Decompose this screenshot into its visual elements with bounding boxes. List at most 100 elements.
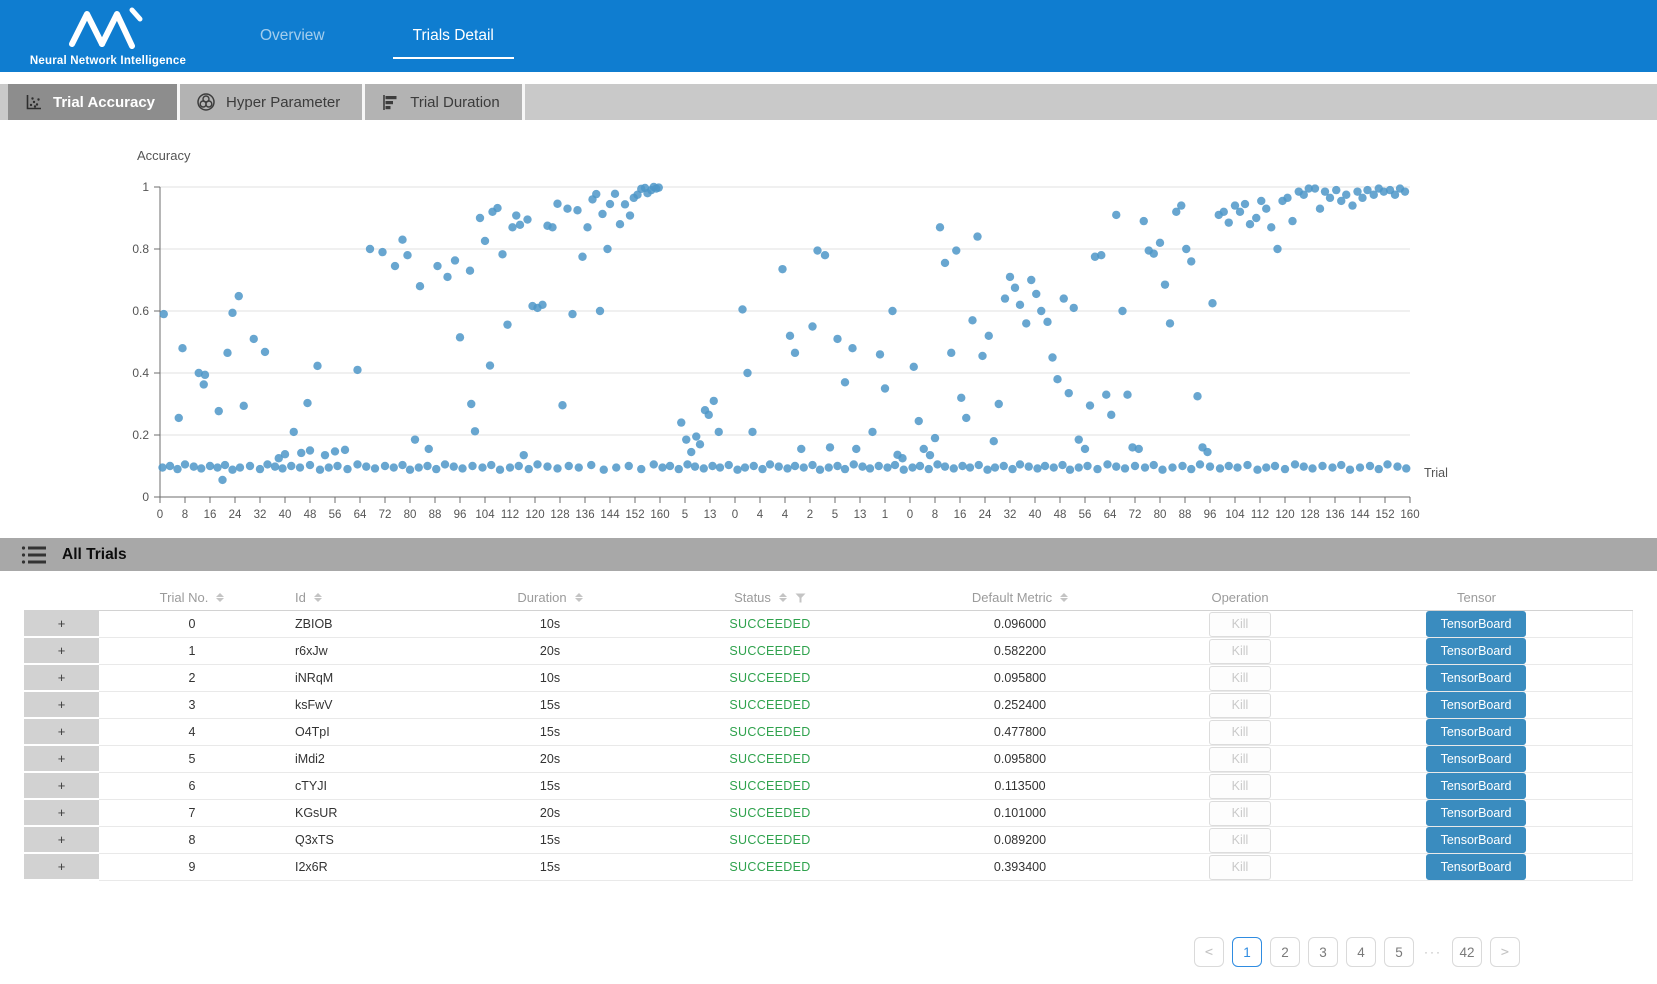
scatter-point[interactable]: [655, 183, 663, 191]
tab-trial-accuracy[interactable]: Trial Accuracy: [8, 84, 180, 120]
scatter-point[interactable]: [1326, 194, 1334, 202]
scatter-point[interactable]: [991, 463, 999, 471]
scatter-point[interactable]: [290, 428, 298, 436]
tab-trials-detail[interactable]: Trials Detail: [399, 19, 508, 53]
scatter-point[interactable]: [710, 397, 718, 405]
next-page-button[interactable]: >: [1490, 937, 1520, 967]
scatter-point[interactable]: [1025, 462, 1033, 470]
scatter-point[interactable]: [786, 332, 794, 340]
scatter-point[interactable]: [1348, 201, 1356, 209]
row-expander[interactable]: +: [24, 665, 99, 692]
scatter-point[interactable]: [1168, 463, 1176, 471]
scatter-point[interactable]: [575, 463, 583, 471]
scatter-point[interactable]: [866, 464, 874, 472]
scatter-point[interactable]: [816, 466, 824, 474]
scatter-point[interactable]: [297, 449, 305, 457]
scatter-point[interactable]: [1358, 194, 1366, 202]
scatter-point[interactable]: [658, 463, 666, 471]
scatter-point[interactable]: [1283, 194, 1291, 202]
scatter-point[interactable]: [962, 414, 970, 422]
scatter-point[interactable]: [411, 435, 419, 443]
scatter-point[interactable]: [852, 445, 860, 453]
scatter-point[interactable]: [888, 307, 896, 315]
scatter-point[interactable]: [1182, 245, 1190, 253]
scatter-point[interactable]: [223, 349, 231, 357]
scatter-point[interactable]: [1393, 462, 1401, 470]
tensorboard-button[interactable]: TensorBoard: [1426, 692, 1526, 718]
scatter-point[interactable]: [467, 400, 475, 408]
scatter-point[interactable]: [778, 265, 786, 273]
tensorboard-button[interactable]: TensorBoard: [1426, 773, 1526, 799]
scatter-point[interactable]: [990, 437, 998, 445]
scatter-point[interactable]: [1233, 463, 1241, 471]
scatter-point[interactable]: [957, 394, 965, 402]
scatter-point[interactable]: [1346, 466, 1354, 474]
kill-button[interactable]: Kill: [1209, 855, 1271, 880]
scatter-point[interactable]: [1383, 460, 1391, 468]
scatter-point[interactable]: [1316, 205, 1324, 213]
scatter-point[interactable]: [1193, 392, 1201, 400]
scatter-point[interactable]: [512, 211, 520, 219]
scatter-point[interactable]: [1123, 391, 1131, 399]
scatter-point[interactable]: [1001, 294, 1009, 302]
scatter-point[interactable]: [458, 464, 466, 472]
scatter-point[interactable]: [1252, 214, 1260, 222]
scatter-point[interactable]: [791, 462, 799, 470]
scatter-point[interactable]: [1032, 290, 1040, 298]
scatter-point[interactable]: [1206, 462, 1214, 470]
scatter-point[interactable]: [826, 443, 834, 451]
scatter-point[interactable]: [313, 362, 321, 370]
scatter-point[interactable]: [415, 463, 423, 471]
scatter-point[interactable]: [1107, 411, 1115, 419]
scatter-point[interactable]: [691, 462, 699, 470]
scatter-point[interactable]: [1366, 462, 1374, 470]
scatter-point[interactable]: [362, 462, 370, 470]
scatter-point[interactable]: [343, 465, 351, 473]
sort-icon[interactable]: [216, 593, 224, 602]
scatter-point[interactable]: [441, 460, 449, 468]
scatter-point[interactable]: [1262, 205, 1270, 213]
scatter-point[interactable]: [766, 460, 774, 468]
scatter-point[interactable]: [611, 190, 619, 198]
scatter-point[interactable]: [553, 200, 561, 208]
scatter-point[interactable]: [548, 223, 556, 231]
scatter-point[interactable]: [1033, 464, 1041, 472]
scatter-point[interactable]: [791, 349, 799, 357]
scatter-point[interactable]: [1318, 462, 1326, 470]
scatter-point[interactable]: [236, 463, 244, 471]
page-button-1[interactable]: 1: [1232, 937, 1262, 967]
scatter-point[interactable]: [625, 462, 633, 470]
scatter-point[interactable]: [1356, 463, 1364, 471]
scatter-point[interactable]: [1311, 184, 1319, 192]
scatter-point[interactable]: [1187, 257, 1195, 265]
scatter-point[interactable]: [515, 462, 523, 470]
scatter-point[interactable]: [1102, 391, 1110, 399]
scatter-point[interactable]: [716, 463, 724, 471]
scatter-point[interactable]: [1081, 445, 1089, 453]
scatter-point[interactable]: [1008, 465, 1016, 473]
kill-button[interactable]: Kill: [1209, 693, 1271, 718]
scatter-point[interactable]: [503, 320, 511, 328]
scatter-point[interactable]: [1118, 307, 1126, 315]
scatter-point[interactable]: [281, 450, 289, 458]
scatter-point[interactable]: [883, 463, 891, 471]
tab-overview[interactable]: Overview: [246, 19, 339, 53]
scatter-point[interactable]: [985, 332, 993, 340]
tensorboard-button[interactable]: TensorBoard: [1426, 638, 1526, 664]
column-header-id[interactable]: Id: [285, 590, 440, 605]
scatter-point[interactable]: [486, 361, 494, 369]
scatter-point[interactable]: [333, 462, 341, 470]
row-expander[interactable]: +: [24, 773, 99, 800]
scatter-point[interactable]: [1267, 223, 1275, 231]
scatter-point[interactable]: [1342, 191, 1350, 199]
tab-trial-duration[interactable]: Trial Duration: [365, 84, 524, 120]
scatter-point[interactable]: [926, 451, 934, 459]
scatter-point[interactable]: [931, 434, 939, 442]
scatter-point[interactable]: [508, 223, 516, 231]
scatter-point[interactable]: [496, 466, 504, 474]
kill-button[interactable]: Kill: [1209, 801, 1271, 826]
scatter-point[interactable]: [366, 245, 374, 253]
scatter-point[interactable]: [1281, 465, 1289, 473]
scatter-point[interactable]: [1135, 445, 1143, 453]
scatter-point[interactable]: [947, 349, 955, 357]
